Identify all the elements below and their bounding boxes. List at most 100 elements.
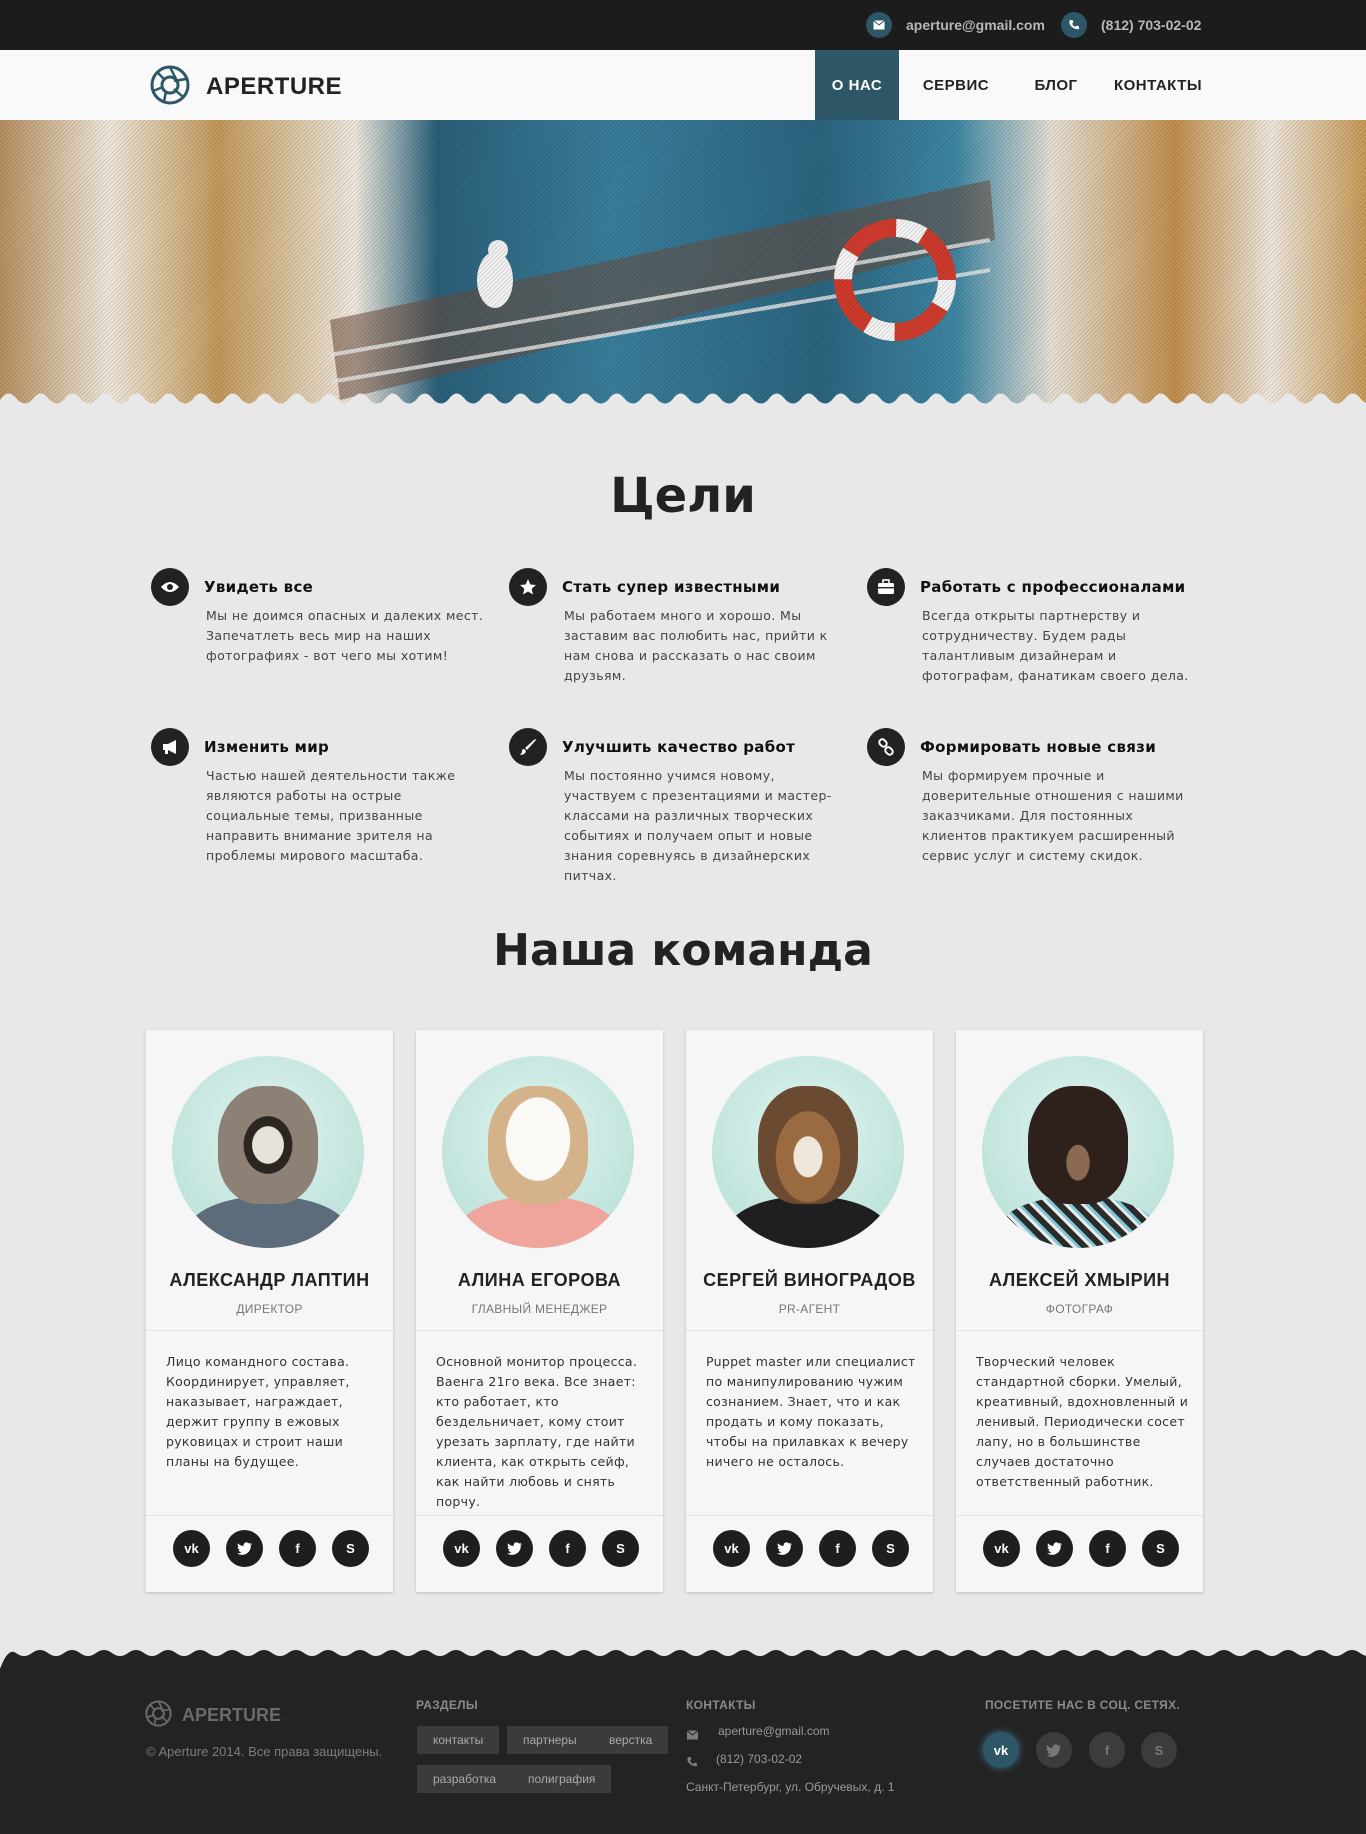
contacts-title: КОНТАКТЫ	[686, 1698, 756, 1712]
member-bio: Puppet master или специалист по манипули…	[706, 1354, 916, 1469]
vk-icon[interactable]: vk	[443, 1530, 480, 1567]
goal-title: Улучшить качество работ	[562, 738, 796, 756]
footer-address: Санкт-Петербург, ул. Обручевых, д. 1	[686, 1780, 895, 1794]
hero-banner-image	[0, 120, 1366, 412]
briefcase-icon	[867, 568, 905, 606]
avatar-raccoon	[172, 1056, 364, 1248]
member-bio: Творческий человек стандартной сборки. У…	[976, 1354, 1189, 1489]
avatar-owl	[442, 1056, 634, 1248]
tag-contacts[interactable]: контакты	[417, 1726, 500, 1754]
goal-text: Мы не доимся опасных и далеких мест. Зап…	[206, 608, 484, 663]
goal-text: Мы работаем много и хорошо. Мы заставим …	[564, 608, 828, 683]
facebook-icon[interactable]: f	[1089, 1732, 1125, 1768]
goal-text: Всегда открыты партнерству и сотрудничес…	[922, 608, 1189, 683]
skype-icon[interactable]: S	[872, 1530, 909, 1567]
logo[interactable]: APERTURE	[150, 65, 342, 109]
facebook-icon[interactable]: f	[819, 1530, 856, 1567]
megaphone-icon	[151, 728, 189, 766]
member-socials: vk f S	[443, 1530, 639, 1567]
goal-title: Изменить мир	[204, 738, 330, 756]
phone-icon	[686, 1753, 698, 1772]
footer-email[interactable]: aperture@gmail.com	[718, 1724, 830, 1738]
goals-title: Цели	[610, 468, 756, 524]
twitter-icon[interactable]	[1036, 1530, 1073, 1567]
social-title: ПОСЕТИТЕ НАС В СОЦ. СЕТЯХ.	[985, 1698, 1181, 1712]
member-socials: vk f S	[173, 1530, 369, 1567]
member-bio: Основной монитор процесса. Ваенга 21го в…	[436, 1354, 638, 1509]
goal-text: Мы постоянно учимся новому, участвуем с …	[564, 768, 832, 883]
avatar-bear	[982, 1056, 1174, 1248]
facebook-icon[interactable]: f	[549, 1530, 586, 1567]
footer-logo[interactable]: APERTURE	[145, 1700, 281, 1731]
nav-blog[interactable]: БЛОГ	[1020, 50, 1092, 120]
twitter-icon[interactable]	[766, 1530, 803, 1567]
tag-partners[interactable]: партнеры	[507, 1726, 593, 1754]
member-bio: Лицо командного состава. Координирует, у…	[166, 1354, 350, 1469]
member-socials: vk f S	[983, 1530, 1179, 1567]
goal-title: Формировать новые связи	[920, 738, 1157, 756]
topbar-phone[interactable]: (812) 703-02-02	[1061, 12, 1201, 38]
topbar-email-text: aperture@gmail.com	[906, 17, 1045, 33]
member-role: PR-АГЕНТ	[778, 1302, 841, 1316]
member-name: АЛЕКСЕЙ ХМЫРИН	[988, 1270, 1171, 1290]
member-socials: vk f S	[713, 1530, 909, 1567]
footer-phone[interactable]: (812) 703-02-02	[716, 1752, 802, 1766]
phone-icon	[1061, 12, 1087, 38]
divider	[956, 1515, 1203, 1516]
avatar-wolf	[712, 1056, 904, 1248]
goal-title: Стать супер известными	[562, 578, 781, 596]
divider	[416, 1330, 663, 1331]
twitter-icon[interactable]	[226, 1530, 263, 1567]
team-card: АЛЕКСЕЙ ХМЫРИН ФОТОГРАФ Творческий челов…	[956, 1030, 1203, 1592]
divider	[686, 1515, 933, 1516]
facebook-icon[interactable]: f	[279, 1530, 316, 1567]
member-name: АЛЕКСАНДР ЛАПТИН	[169, 1270, 370, 1290]
topbar-email[interactable]: aperture@gmail.com	[866, 12, 1045, 38]
footer: APERTURE © Aperture 2014. Все права защи…	[0, 1668, 1366, 1834]
team-title: Наша команда	[493, 925, 873, 976]
member-name: АЛИНА ЕГОРОВА	[457, 1270, 622, 1290]
goal-text: Частью нашей деятельности также являются…	[206, 768, 456, 863]
skype-icon[interactable]: S	[602, 1530, 639, 1567]
nav-service[interactable]: СЕРВИС	[910, 50, 1002, 120]
vk-icon[interactable]: vk	[983, 1530, 1020, 1567]
member-name: СЕРГЕЙ ВИНОГРАДОВ	[703, 1270, 916, 1290]
hero-ship-scene	[329, 180, 995, 400]
nav-contacts[interactable]: КОНТАКТЫ	[1102, 50, 1214, 120]
divider	[416, 1515, 663, 1516]
topbar-phone-text: (812) 703-02-02	[1101, 17, 1202, 33]
tag-printing[interactable]: полиграфия	[512, 1765, 612, 1793]
divider	[686, 1330, 933, 1331]
brush-icon	[509, 728, 547, 766]
star-icon	[509, 568, 547, 606]
skype-icon[interactable]: S	[332, 1530, 369, 1567]
vk-icon[interactable]: vk	[713, 1530, 750, 1567]
aperture-logo-icon	[145, 1700, 172, 1731]
team-card: СЕРГЕЙ ВИНОГРАДОВ PR-АГЕНТ Puppet master…	[686, 1030, 933, 1592]
sections-title: РАЗДЕЛЫ	[416, 1698, 478, 1712]
top-bar: aperture@gmail.com (812) 703-02-02	[0, 0, 1366, 50]
goal-title: Увидеть все	[204, 578, 314, 596]
twitter-icon[interactable]	[1036, 1732, 1072, 1768]
eye-icon	[151, 568, 189, 606]
vk-icon[interactable]: vk	[983, 1732, 1019, 1768]
link-icon	[867, 728, 905, 766]
member-role: ФОТОГРАФ	[1045, 1302, 1114, 1316]
member-role: ГЛАВНЫЙ МЕНЕДЖЕР	[471, 1302, 608, 1316]
main-navbar: APERTURE О НАС СЕРВИС БЛОГ КОНТАКТЫ	[0, 50, 1366, 120]
goal-text: Мы формируем прочные и доверительные отн…	[922, 768, 1184, 863]
tag-development[interactable]: разработка	[417, 1765, 513, 1793]
divider	[146, 1515, 393, 1516]
skype-icon[interactable]: S	[1141, 1732, 1177, 1768]
vk-icon[interactable]: vk	[173, 1530, 210, 1567]
team-card: АЛИНА ЕГОРОВА ГЛАВНЫЙ МЕНЕДЖЕР Основной …	[416, 1030, 663, 1592]
facebook-icon[interactable]: f	[1089, 1530, 1126, 1567]
divider	[956, 1330, 1203, 1331]
goal-title: Работать с профессионалами	[920, 578, 1186, 596]
twitter-icon[interactable]	[496, 1530, 533, 1567]
wave-divider	[0, 393, 1366, 412]
tag-layout[interactable]: верстка	[593, 1726, 669, 1754]
logo-text: APERTURE	[206, 73, 343, 100]
skype-icon[interactable]: S	[1142, 1530, 1179, 1567]
nav-about[interactable]: О НАС	[815, 50, 899, 120]
